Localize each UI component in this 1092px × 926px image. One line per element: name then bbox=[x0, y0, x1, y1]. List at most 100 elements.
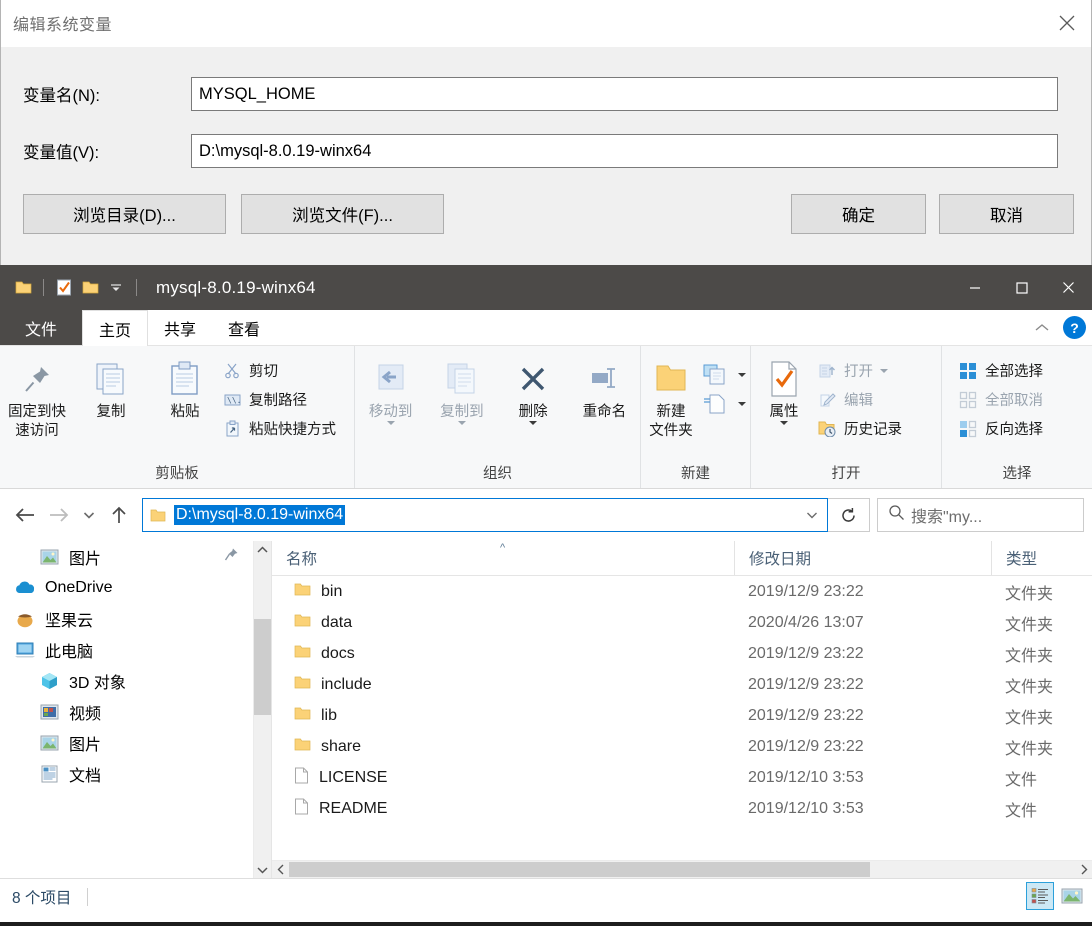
back-arrow-icon[interactable] bbox=[8, 498, 42, 532]
table-row[interactable]: data 2020/4/26 13:07 文件夹 bbox=[272, 607, 1092, 638]
sidebar-item-pictures[interactable]: 图片 bbox=[0, 727, 253, 758]
table-row[interactable]: bin 2019/12/9 23:22 文件夹 bbox=[272, 576, 1092, 607]
pin-icon[interactable] bbox=[224, 547, 239, 567]
open-caret-icon[interactable] bbox=[880, 368, 888, 373]
properties-button[interactable]: 属性 bbox=[751, 352, 817, 425]
table-row[interactable]: share 2019/12/9 23:22 文件夹 bbox=[272, 731, 1092, 762]
scroll-left-icon[interactable] bbox=[272, 861, 289, 878]
rename-button[interactable]: 重命名 bbox=[569, 352, 640, 421]
tab-share[interactable]: 共享 bbox=[148, 310, 212, 345]
copy-path-button[interactable]: \\.. 复制路径 bbox=[222, 385, 340, 414]
sidebar-item-pictures-pinned[interactable]: 图片 bbox=[0, 541, 253, 572]
pin-icon bbox=[19, 356, 55, 402]
paste-button[interactable]: 粘贴 bbox=[148, 352, 222, 421]
sidebar-item-videos[interactable]: 视频 bbox=[0, 696, 253, 727]
tab-home[interactable]: 主页 bbox=[82, 310, 149, 346]
customize-toolbar-chevron-icon[interactable] bbox=[103, 273, 129, 303]
table-row[interactable]: include 2019/12/9 23:22 文件夹 bbox=[272, 669, 1092, 700]
up-arrow-icon[interactable] bbox=[102, 498, 136, 532]
address-dropdown-chevron-down-icon[interactable] bbox=[805, 499, 819, 531]
new-folder-quick-icon[interactable] bbox=[77, 273, 103, 303]
delete-caret-icon[interactable] bbox=[529, 421, 538, 425]
sidebar-item-documents[interactable]: 文档 bbox=[0, 758, 253, 789]
file-type-cell: 文件夹 bbox=[1005, 616, 1054, 634]
ok-button[interactable]: 确定 bbox=[791, 194, 926, 234]
refresh-icon[interactable] bbox=[828, 498, 870, 532]
pin-to-quick-access-button[interactable]: 固定到快 速访问 bbox=[0, 352, 74, 440]
column-header-name[interactable]: 名称 ^ bbox=[272, 541, 734, 575]
table-row[interactable]: README 2019/12/10 3:53 文件 bbox=[272, 793, 1092, 824]
invert-selection-icon bbox=[958, 420, 978, 438]
scroll-up-icon[interactable] bbox=[254, 541, 271, 558]
navigation-pane-scrollbar[interactable] bbox=[253, 541, 271, 878]
file-icon bbox=[294, 798, 309, 820]
browse-file-button[interactable]: 浏览文件(F)... bbox=[241, 194, 444, 234]
minimize-icon[interactable] bbox=[951, 265, 998, 310]
scrollbar-thumb[interactable] bbox=[254, 619, 271, 715]
horizontal-scrollbar-thumb[interactable] bbox=[289, 862, 870, 877]
cut-button[interactable]: 剪切 bbox=[222, 356, 340, 385]
open-button[interactable]: 打开 bbox=[817, 356, 906, 385]
browse-directory-button[interactable]: 浏览目录(D)... bbox=[23, 194, 226, 234]
delete-button[interactable]: 删除 bbox=[498, 352, 569, 425]
file-name-text: LICENSE bbox=[319, 768, 388, 786]
file-list-horizontal-scrollbar[interactable] bbox=[272, 860, 1092, 878]
easy-access-caret-icon[interactable] bbox=[738, 401, 746, 406]
ribbon-group-select: 全部选择 全部取消 反向选择 选择 bbox=[942, 346, 1092, 488]
file-list-pane: 名称 ^ 修改日期 类型 bin 2019/12/9 23:22 文件夹 dat… bbox=[271, 541, 1092, 878]
new-folder-button[interactable]: 新建 文件夹 bbox=[641, 352, 701, 440]
new-item-caret-icon[interactable] bbox=[738, 372, 746, 377]
sidebar-item-this-pc[interactable]: 此电脑 bbox=[0, 634, 253, 665]
address-input[interactable]: D:\mysql-8.0.19-winx64 bbox=[142, 498, 828, 532]
select-none-button[interactable]: 全部取消 bbox=[958, 385, 1047, 414]
table-row[interactable]: lib 2019/12/9 23:22 文件夹 bbox=[272, 700, 1092, 731]
properties-check-icon[interactable] bbox=[51, 273, 77, 303]
details-view-icon[interactable] bbox=[1026, 882, 1054, 910]
variable-name-input[interactable] bbox=[191, 77, 1058, 111]
copy-to-button[interactable]: 复制到 bbox=[426, 352, 497, 425]
forward-arrow-icon[interactable] bbox=[42, 498, 76, 532]
maximize-icon[interactable] bbox=[998, 265, 1045, 310]
this-pc-icon bbox=[12, 641, 38, 658]
close-icon[interactable] bbox=[1045, 265, 1092, 310]
table-row[interactable]: docs 2019/12/9 23:22 文件夹 bbox=[272, 638, 1092, 669]
properties-caret-icon[interactable] bbox=[780, 421, 788, 425]
file-name-cell: include bbox=[272, 675, 734, 695]
edit-button[interactable]: 编辑 bbox=[817, 385, 906, 414]
scroll-down-icon[interactable] bbox=[254, 861, 271, 878]
move-to-button[interactable]: 移动到 bbox=[355, 352, 426, 425]
move-to-caret-icon[interactable] bbox=[386, 421, 395, 425]
help-icon[interactable]: ? bbox=[1063, 316, 1086, 339]
sidebar-item-onedrive[interactable]: OneDrive bbox=[0, 572, 253, 603]
thumbnails-view-icon[interactable] bbox=[1058, 882, 1086, 910]
properties-label: 属性 bbox=[769, 404, 799, 420]
close-icon[interactable] bbox=[1043, 0, 1091, 46]
column-header-type[interactable]: 类型 bbox=[991, 541, 1092, 575]
window-controls bbox=[951, 265, 1092, 310]
scroll-right-icon[interactable] bbox=[1075, 861, 1092, 878]
copy-to-caret-icon[interactable] bbox=[457, 421, 466, 425]
history-button[interactable]: 历史记录 bbox=[817, 414, 906, 443]
variable-value-input[interactable] bbox=[191, 134, 1058, 168]
file-name-text: share bbox=[321, 737, 362, 755]
collapse-ribbon-chevron-icon[interactable] bbox=[1031, 317, 1053, 339]
select-all-button[interactable]: 全部选择 bbox=[958, 356, 1047, 385]
tab-file[interactable]: 文件 bbox=[0, 310, 82, 345]
sidebar-item-3d-objects[interactable]: 3D 对象 bbox=[0, 665, 253, 696]
column-header-date-modified[interactable]: 修改日期 bbox=[734, 541, 991, 575]
tab-view[interactable]: 查看 bbox=[212, 310, 276, 345]
table-row[interactable]: LICENSE 2019/12/10 3:53 文件 bbox=[272, 762, 1092, 793]
invert-selection-button[interactable]: 反向选择 bbox=[958, 414, 1047, 443]
copy-to-label: 复制到 bbox=[440, 404, 484, 420]
easy-access-button[interactable] bbox=[701, 389, 750, 418]
recent-locations-chevron-down-icon[interactable] bbox=[76, 498, 102, 532]
folder-icon[interactable] bbox=[10, 273, 36, 303]
cancel-button[interactable]: 取消 bbox=[939, 194, 1074, 234]
copy-button[interactable]: 复制 bbox=[74, 352, 148, 421]
paste-shortcut-button[interactable]: 粘贴快捷方式 bbox=[222, 414, 340, 443]
sidebar-item-nutstore[interactable]: 坚果云 bbox=[0, 603, 253, 634]
search-input[interactable]: 搜索"my... bbox=[877, 498, 1084, 532]
new-item-icon bbox=[701, 364, 731, 386]
nutstore-icon bbox=[12, 610, 38, 628]
new-item-button[interactable] bbox=[701, 360, 750, 389]
